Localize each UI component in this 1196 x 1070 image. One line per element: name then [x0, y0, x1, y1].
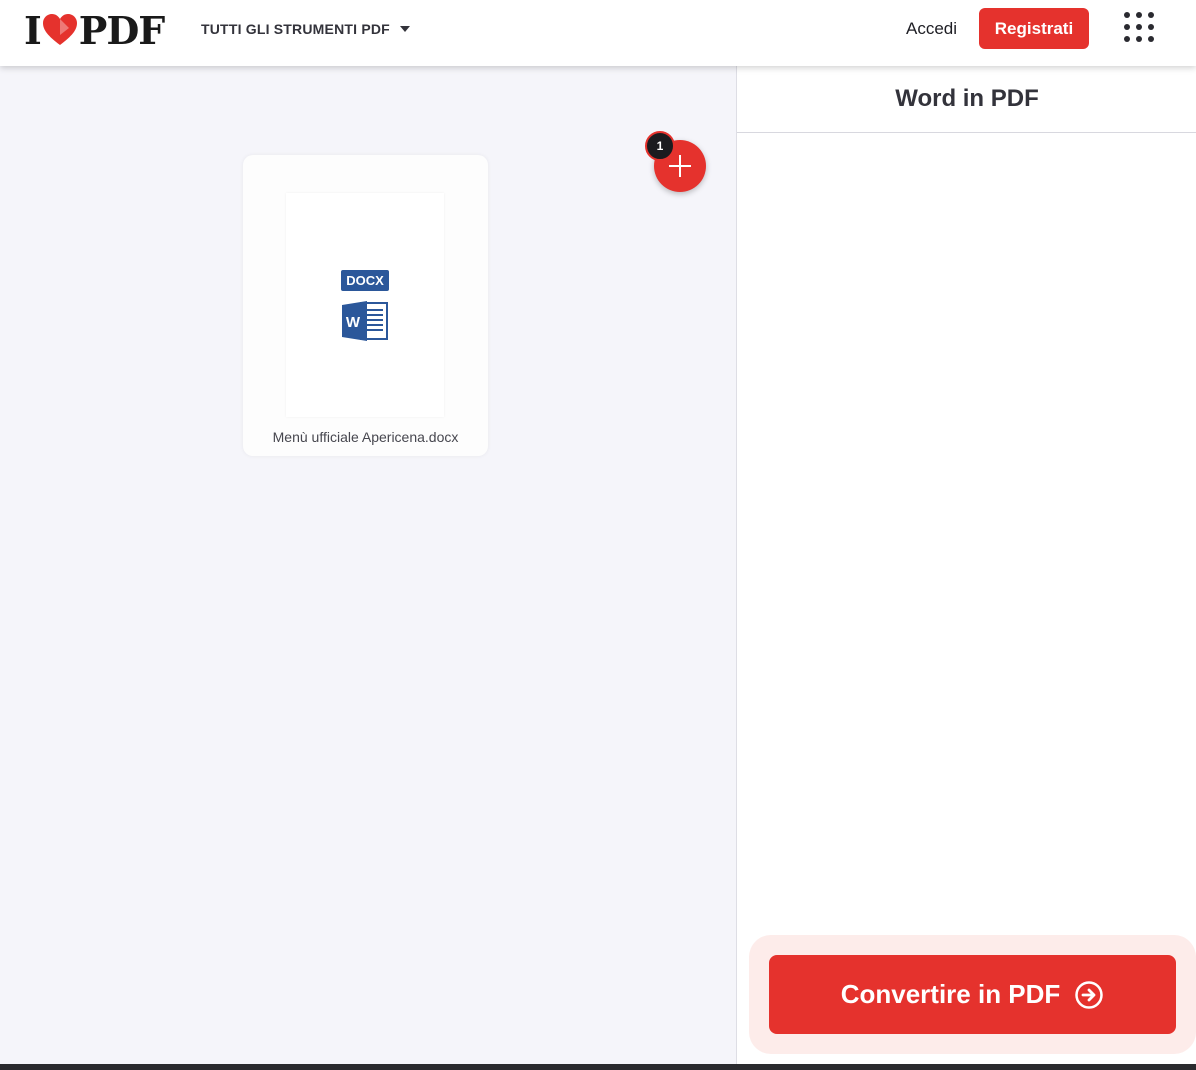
convert-label: Convertire in PDF — [840, 979, 1061, 1009]
apps-dot — [1136, 12, 1142, 18]
tool-title: Word in PDF — [737, 66, 1196, 133]
bottom-taskbar-edge — [0, 1064, 1196, 1070]
top-header: I PDF TUTTI GLI STRUMENTI PDF Accedi Reg… — [0, 0, 1196, 66]
apps-dot — [1148, 24, 1154, 30]
logo-text-right: PDF — [78, 7, 166, 53]
heart-icon — [42, 14, 77, 45]
file-workspace: DOCX W Menù ufficiale Apericena.docx 1 — [0, 66, 736, 1064]
convert-button-wrapper: Convertire in PDF — [749, 935, 1196, 1054]
apps-dot — [1124, 24, 1130, 30]
apps-dot — [1148, 12, 1154, 18]
file-type-badge: DOCX — [341, 270, 389, 291]
apps-dot — [1136, 24, 1142, 30]
apps-dot — [1148, 36, 1154, 42]
apps-dot — [1124, 36, 1130, 42]
arrow-right-circle-icon — [1075, 980, 1104, 1009]
file-name: Menù ufficiale Apericena.docx — [272, 429, 459, 445]
convert-to-pdf-button[interactable]: Convertire in PDF — [769, 955, 1176, 1034]
file-thumbnail: DOCX W — [286, 193, 444, 417]
word-letter: W — [346, 314, 361, 331]
plus-icon-bar — [669, 165, 691, 167]
file-count-badge: 1 — [645, 131, 675, 161]
logo-text-left: I — [24, 7, 42, 53]
options-sidebar: Word in PDF Convertire in PDF — [736, 66, 1196, 1064]
file-card[interactable]: DOCX W Menù ufficiale Apericena.docx — [243, 155, 488, 456]
apps-dot — [1136, 36, 1142, 42]
caret-down-icon — [399, 26, 410, 32]
apps-grid-icon[interactable] — [1124, 12, 1158, 46]
all-tools-label: TUTTI GLI STRUMENTI PDF — [201, 21, 390, 37]
apps-dot — [1124, 12, 1130, 18]
login-link[interactable]: Accedi — [906, 19, 957, 39]
all-tools-menu[interactable]: TUTTI GLI STRUMENTI PDF — [201, 21, 410, 37]
signup-button[interactable]: Registrati — [979, 8, 1089, 49]
word-doc-icon: W — [342, 301, 388, 341]
ilovepdf-logo[interactable]: I PDF — [24, 8, 165, 53]
